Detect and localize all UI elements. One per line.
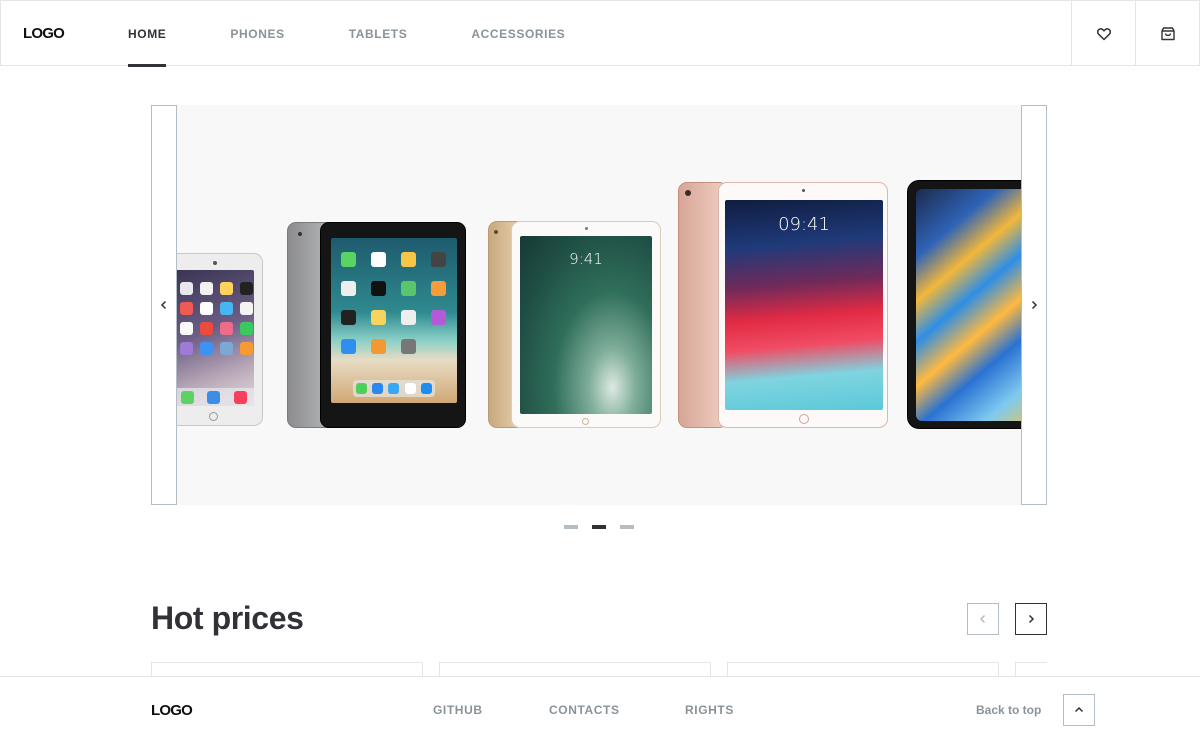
footer-logo[interactable]: LOGO [151,702,193,719]
hot-prices-next-button[interactable] [1015,603,1047,635]
banner-prev-button[interactable] [151,105,177,505]
footer-link-rights[interactable]: RIGHTS [685,703,734,717]
cart-button[interactable] [1135,1,1199,66]
banner-next-button[interactable] [1021,105,1047,505]
header: LOGO HOME PHONES TABLETS ACCESSORIES [0,0,1200,67]
nav-accessories[interactable]: ACCESSORIES [471,1,565,66]
banner-dot[interactable] [620,525,634,529]
hot-prices-prev-button[interactable] [967,603,999,635]
tablet-image [907,180,1021,429]
logo[interactable]: LOGO [23,25,65,42]
tablet-image: 09:41 [718,182,888,428]
footer: LOGO GITHUB CONTACTS RIGHTS Back to top [0,676,1200,740]
tablet-image [177,253,263,426]
chevron-right-icon [1031,300,1038,310]
banner-image: 9:41 09:41 [177,105,1021,505]
nav-tablets[interactable]: TABLETS [349,1,408,66]
chevron-right-icon [1028,614,1035,624]
main-nav: HOME PHONES TABLETS ACCESSORIES [128,1,629,67]
banner-dot[interactable] [564,525,578,529]
banner-pagination [564,525,634,529]
nav-phones[interactable]: PHONES [230,1,284,66]
chevron-left-icon [160,300,167,310]
tablet-image [320,222,466,428]
footer-link-contacts[interactable]: CONTACTS [549,703,620,717]
nav-home[interactable]: HOME [128,1,167,67]
banner-dot-active[interactable] [592,525,606,529]
heart-icon [1096,27,1111,40]
back-to-top-label[interactable]: Back to top [976,703,1041,717]
section-title: Hot prices [151,600,304,636]
back-to-top-button[interactable] [1063,694,1095,726]
tablet-image: 9:41 [511,221,661,428]
chevron-up-icon [1074,706,1084,713]
lock-screen-time: 9:41 [569,250,603,268]
chevron-left-icon [979,614,986,624]
shopping-bag-icon [1160,26,1175,40]
favourites-button[interactable] [1071,1,1135,66]
lock-screen-time: 09:41 [778,214,830,235]
footer-link-github[interactable]: GITHUB [433,703,483,717]
